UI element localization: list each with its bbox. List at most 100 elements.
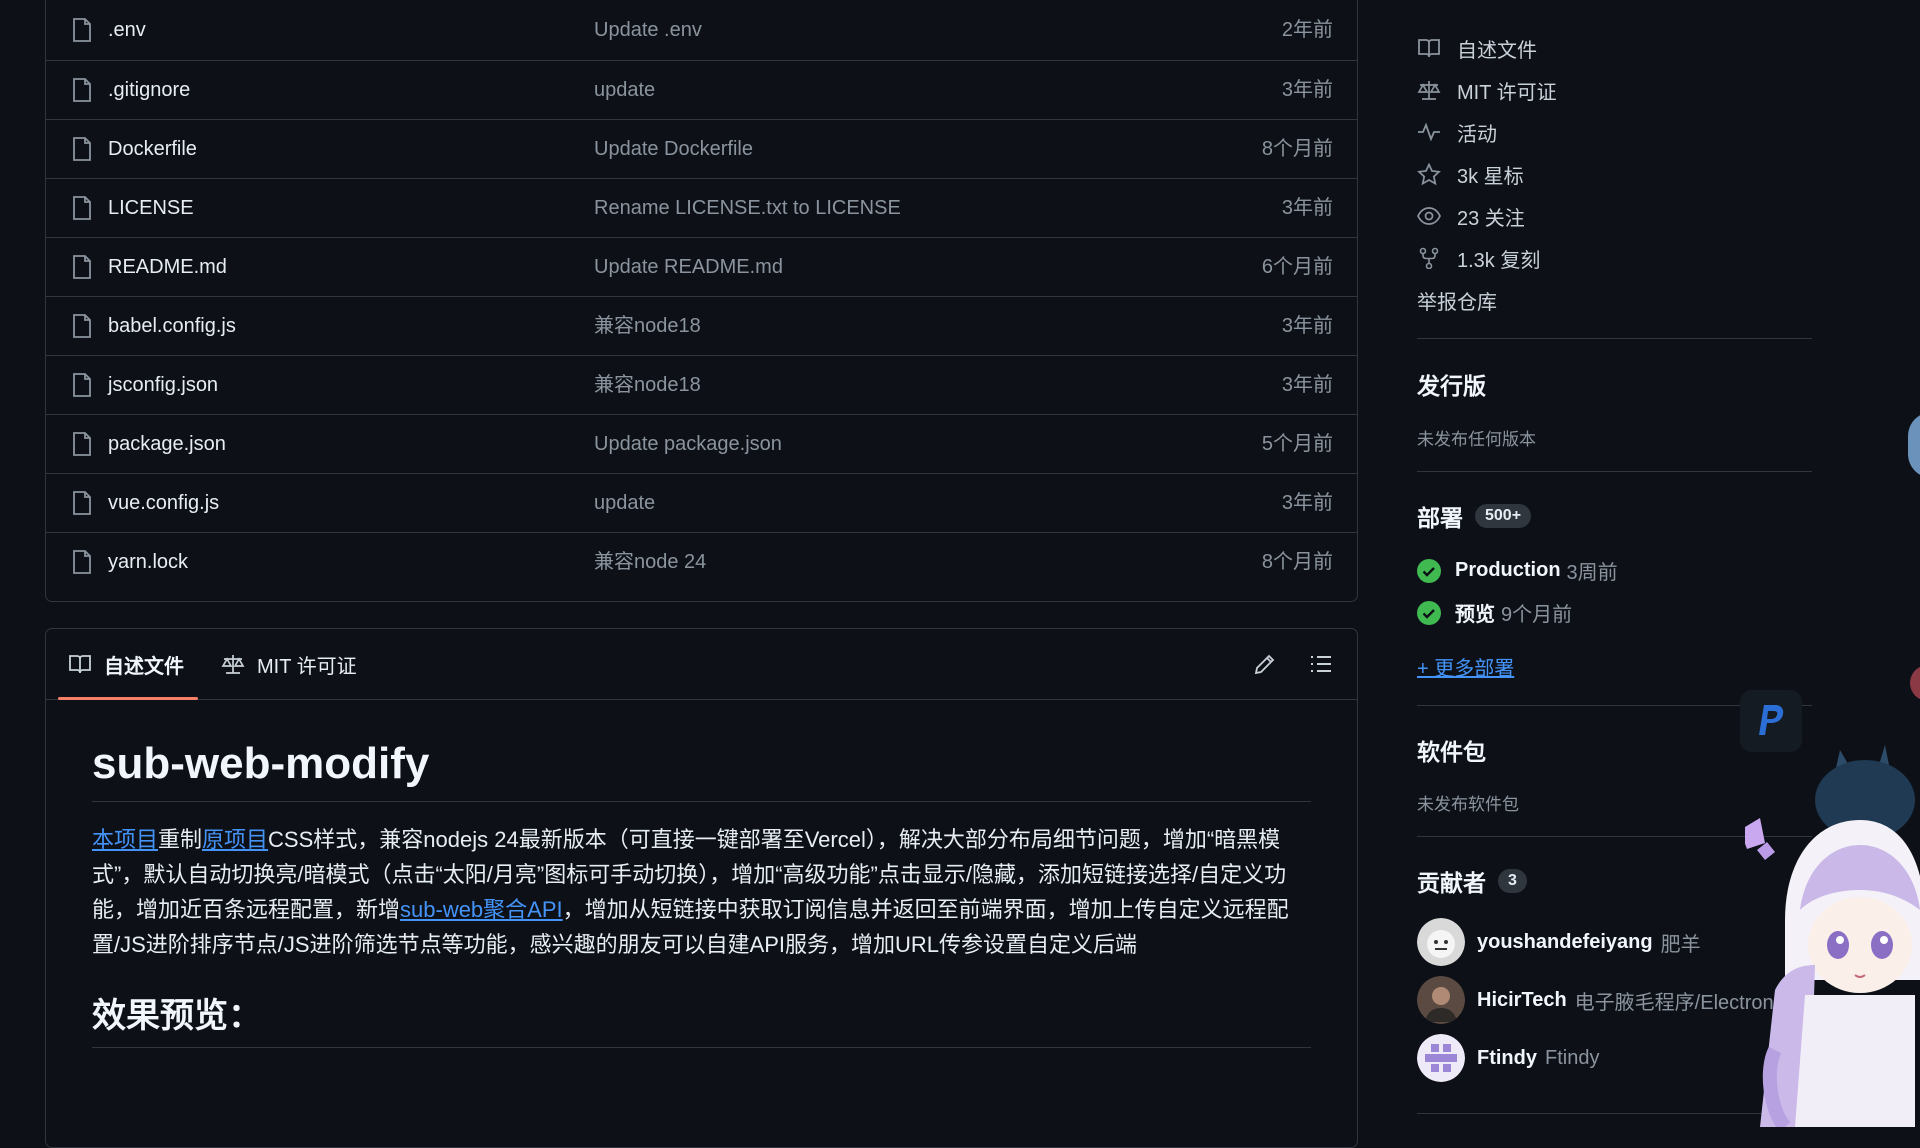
deployment-name: Production [1455,559,1561,581]
readme-description: 本项目重制原项目CSS样式，兼容nodejs 24最新版本（可直接一键部署至Ve… [92,822,1311,962]
file-name[interactable]: vue.config.js [108,474,219,532]
file-icon [73,432,91,456]
readme-content: sub-web-modify 本项目重制原项目CSS样式，兼容nodejs 24… [92,699,1311,1048]
contributor-login: Ftindy [1477,1046,1537,1069]
anime-mascot-illustration [1745,745,1920,1127]
sidebar-stars-label: 3k 星标 [1457,165,1524,188]
contributor-item[interactable]: HicirTech 电子腋毛程序/Electron [1417,976,1774,1024]
divider [1417,338,1812,339]
this-project-link[interactable]: 本项目 [92,827,158,852]
sidebar-license-link[interactable]: MIT 许可证 [1417,75,1557,105]
file-row[interactable]: yarn.lock 兼容node 24 8个月前 [46,532,1357,591]
file-name[interactable]: .env [108,1,146,59]
file-row[interactable]: .env Update .env 2年前 [46,1,1357,60]
file-row[interactable]: README.md Update README.md 6个月前 [46,237,1357,296]
file-name[interactable]: LICENSE [108,179,194,237]
commit-message[interactable]: 兼容node18 [594,297,701,355]
avatar[interactable] [1417,918,1465,966]
book-icon [69,655,91,674]
file-icon [73,491,91,515]
commit-message[interactable]: Update package.json [594,415,782,473]
readme-panel: 自述文件 MIT 许可证 sub-web-modify 本项目重制原项目CSS样… [45,628,1358,1148]
original-project-link[interactable]: 原项目 [202,827,268,852]
file-icon [73,78,91,102]
book-icon [1418,39,1440,58]
sidebar-watching-link[interactable]: 23 关注 [1417,201,1525,231]
text-segment: 重制 [158,827,203,852]
fork-icon [1419,247,1439,269]
file-name[interactable]: jsconfig.json [108,356,218,414]
file-icon [73,196,91,220]
star-icon [1417,163,1441,185]
file-icon [73,255,91,279]
file-list: .env Update .env 2年前 .gitignore update 3… [45,0,1358,602]
contributor-item[interactable]: youshandefeiyang 肥羊 [1417,918,1701,966]
outline-list-icon[interactable] [1308,651,1334,677]
deployment-item[interactable]: Production 3周前 [1417,556,1618,585]
avatar[interactable] [1417,1034,1465,1082]
contributor-name: 电子腋毛程序/Electron [1574,991,1774,1014]
avatar[interactable] [1417,976,1465,1024]
contributors-heading[interactable]: 贡献者 3 [1417,864,1527,898]
deployment-time: 9个月前 [1501,604,1573,626]
commit-age: 6个月前 [1261,256,1333,278]
report-repo-link[interactable]: 举报仓库 [1417,285,1497,315]
packages-title: 软件包 [1417,739,1486,765]
file-row[interactable]: Dockerfile Update Dockerfile 8个月前 [46,119,1357,178]
floating-button-fragment[interactable] [1908,412,1920,478]
commit-age: 8个月前 [1261,138,1333,160]
more-deployments-link[interactable]: + 更多部署 [1417,652,1514,681]
readme-tabs: 自述文件 MIT 许可证 [46,629,1357,700]
sidebar-activity-label: 活动 [1457,123,1497,146]
tab-license[interactable]: MIT 许可证 [221,629,357,699]
releases-heading[interactable]: 发行版 [1417,367,1486,401]
commit-message[interactable]: Update README.md [594,238,783,296]
file-name[interactable]: package.json [108,415,226,473]
commit-message[interactable]: update [594,61,655,119]
divider [1417,471,1812,472]
file-row[interactable]: babel.config.js 兼容node18 3年前 [46,296,1357,355]
packages-heading[interactable]: 软件包 [1417,733,1486,767]
commit-message[interactable]: 兼容node18 [594,356,701,414]
commit-message[interactable]: Rename LICENSE.txt to LICENSE [594,179,901,237]
file-name[interactable]: README.md [108,238,227,296]
commit-message[interactable]: update [594,474,655,532]
file-name[interactable]: .gitignore [108,61,190,119]
preview-heading: 效果预览： [92,988,1311,1048]
file-icon [73,373,91,397]
sidebar-watching-label: 23 关注 [1457,207,1525,230]
contributor-item[interactable]: Ftindy Ftindy [1417,1034,1599,1082]
tab-license-label: MIT 许可证 [257,655,357,678]
deployment-item[interactable]: 预览 9个月前 [1417,598,1572,627]
sidebar-stars-link[interactable]: 3k 星标 [1417,159,1524,189]
scale-icon [1417,81,1441,100]
contributor-name: Ftindy [1545,1046,1600,1069]
sidebar-forks-link[interactable]: 1.3k 复刻 [1417,243,1540,273]
commit-age: 3年前 [1281,492,1333,514]
file-row[interactable]: jsconfig.json 兼容node18 3年前 [46,355,1357,414]
file-icon [73,550,91,574]
file-row[interactable]: .gitignore update 3年前 [46,60,1357,119]
commit-message[interactable]: 兼容node 24 [594,533,706,591]
file-name[interactable]: babel.config.js [108,297,236,355]
api-link[interactable]: sub-web聚合API [400,897,563,922]
pencil-icon[interactable] [1252,651,1278,677]
contributors-title: 贡献者 [1417,870,1486,896]
commit-message[interactable]: Update .env [594,1,702,59]
commit-age: 8个月前 [1261,551,1333,573]
file-row[interactable]: package.json Update package.json 5个月前 [46,414,1357,473]
file-row[interactable]: LICENSE Rename LICENSE.txt to LICENSE 3年… [46,178,1357,237]
deployments-heading[interactable]: 部署 500+ [1417,499,1532,533]
file-name[interactable]: yarn.lock [108,533,188,591]
deployments-count-badge: 500+ [1475,504,1532,528]
file-icon [73,314,91,338]
file-name[interactable]: Dockerfile [108,120,197,178]
sidebar-activity-link[interactable]: 活动 [1417,117,1497,147]
sidebar-readme-link[interactable]: 自述文件 [1417,33,1537,63]
tab-readme[interactable]: 自述文件 [68,629,184,699]
floating-button-fragment[interactable] [1910,665,1920,701]
deployment-time: 3周前 [1566,562,1618,584]
file-row[interactable]: vue.config.js update 3年前 [46,473,1357,532]
file-icon [73,18,91,42]
commit-message[interactable]: Update Dockerfile [594,120,753,178]
